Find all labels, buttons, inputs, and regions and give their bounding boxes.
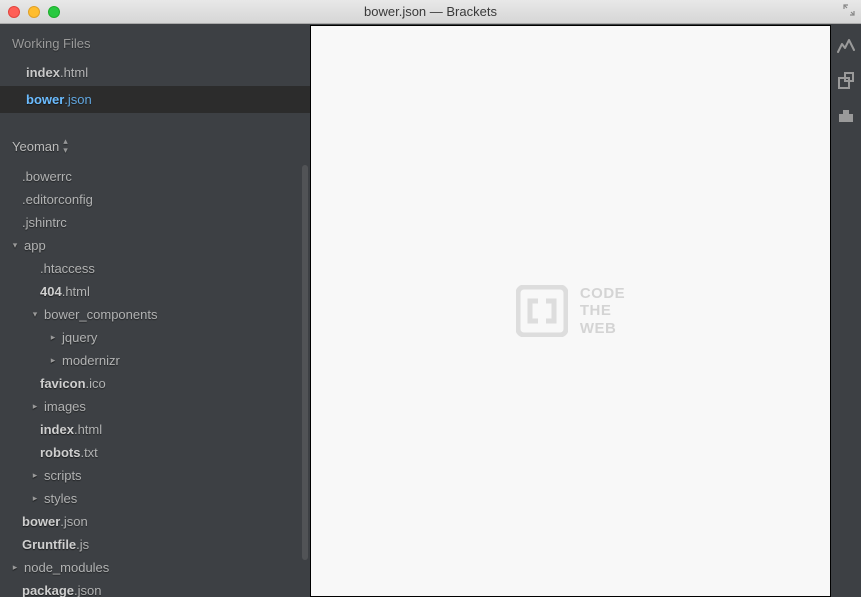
tree-file[interactable]: favicon.ico [0, 372, 310, 395]
extension-manager-icon[interactable] [837, 72, 855, 90]
placeholder-line-3: WEB [580, 320, 625, 337]
window-title: bower.json — Brackets [0, 4, 861, 19]
chevron-right-icon[interactable]: ▸ [30, 493, 40, 504]
placeholder-line-1: CODE [580, 285, 625, 302]
chevron-right-icon[interactable]: ▸ [48, 355, 58, 366]
file-basename: index [26, 65, 60, 80]
chevron-down-icon[interactable]: ▾ [30, 309, 40, 320]
tree-file[interactable]: robots.txt [0, 441, 310, 464]
project-section: Yeoman ▴▾ .bowerrc .editorconfig .jshintrc… [0, 113, 310, 597]
project-name: Yeoman [12, 139, 59, 154]
file-basename: bower [26, 92, 64, 107]
tree-folder[interactable]: ▾ bower_components [0, 303, 310, 326]
tree-file[interactable]: .jshintrc [0, 211, 310, 234]
tree-file[interactable]: index.html [0, 418, 310, 441]
tree-folder[interactable]: ▾ app [0, 234, 310, 257]
brackets-logo-icon [516, 285, 568, 337]
tree-item-label: bower [22, 514, 60, 529]
tree-item-label: node_modules [24, 560, 109, 575]
right-toolbar [831, 24, 861, 597]
tree-folder[interactable]: ▸ jquery [0, 326, 310, 349]
tree-item-label: Gruntfile [22, 537, 76, 552]
tree-folder[interactable]: ▸ images [0, 395, 310, 418]
tree-file[interactable]: bower.json [0, 510, 310, 533]
tree-item-extension: .json [74, 583, 101, 597]
tree-item-label: .jshintrc [22, 215, 67, 230]
tree-item-label: scripts [44, 468, 82, 483]
tree-item-extension: .json [60, 514, 87, 529]
chevron-right-icon[interactable]: ▸ [10, 562, 20, 573]
tree-item-label: jquery [62, 330, 97, 345]
working-file-item[interactable]: index.html [0, 59, 310, 86]
editor-area[interactable]: CODE THE WEB [310, 25, 831, 597]
window-titlebar[interactable]: bower.json — Brackets [0, 0, 861, 24]
placeholder-line-2: THE [580, 302, 625, 319]
tree-item-label: bower_components [44, 307, 157, 322]
tree-item-extension: .html [74, 422, 102, 437]
tree-folder[interactable]: ▸ scripts [0, 464, 310, 487]
working-files-header: Working Files [0, 24, 310, 59]
live-preview-icon[interactable] [837, 38, 855, 54]
plugin-icon[interactable] [837, 108, 855, 124]
tree-item-label: index [40, 422, 74, 437]
tree-file[interactable]: Gruntfile.js [0, 533, 310, 556]
project-sort-icon: ▴▾ [63, 137, 68, 155]
tree-item-extension: .txt [80, 445, 97, 460]
editor-placeholder: CODE THE WEB [516, 285, 625, 337]
window-zoom-button[interactable] [48, 6, 60, 18]
tree-item-label: robots [40, 445, 80, 460]
file-tree: .bowerrc.editorconfig.jshintrc▾app.htacc… [0, 165, 310, 597]
window-minimize-button[interactable] [28, 6, 40, 18]
tree-item-label: 404 [40, 284, 62, 299]
working-files-list: index.htmlbower.json [0, 59, 310, 113]
tree-item-label: package [22, 583, 74, 597]
tree-item-label: .htaccess [40, 261, 95, 276]
tree-folder[interactable]: ▸ styles [0, 487, 310, 510]
traffic-lights [0, 6, 60, 18]
tree-folder[interactable]: ▸ node_modules [0, 556, 310, 579]
tree-item-extension: .html [62, 284, 90, 299]
tree-file[interactable]: .editorconfig [0, 188, 310, 211]
tree-file[interactable]: .bowerrc [0, 165, 310, 188]
chevron-down-icon[interactable]: ▾ [10, 240, 20, 251]
tree-item-label: favicon [40, 376, 86, 391]
chevron-right-icon[interactable]: ▸ [48, 332, 58, 343]
fullscreen-icon[interactable] [843, 4, 855, 19]
tree-item-label: app [24, 238, 46, 253]
sidebar: Working Files index.htmlbower.json Yeoma… [0, 24, 310, 597]
tree-item-label: images [44, 399, 86, 414]
tree-scrollbar[interactable] [302, 165, 308, 560]
tree-item-label: styles [44, 491, 77, 506]
tree-item-extension: .js [76, 537, 89, 552]
tree-file[interactable]: .htaccess [0, 257, 310, 280]
tree-file[interactable]: 404.html [0, 280, 310, 303]
chevron-right-icon[interactable]: ▸ [30, 470, 40, 481]
tree-item-label: .bowerrc [22, 169, 72, 184]
tree-item-label: modernizr [62, 353, 120, 368]
file-extension: .json [64, 92, 91, 107]
tree-item-label: .editorconfig [22, 192, 93, 207]
chevron-right-icon[interactable]: ▸ [30, 401, 40, 412]
tree-item-extension: .ico [86, 376, 106, 391]
window-close-button[interactable] [8, 6, 20, 18]
tree-folder[interactable]: ▸ modernizr [0, 349, 310, 372]
file-extension: .html [60, 65, 88, 80]
working-file-item[interactable]: bower.json [0, 86, 310, 113]
project-header[interactable]: Yeoman ▴▾ [0, 131, 310, 165]
tree-file[interactable]: package.json [0, 579, 310, 597]
